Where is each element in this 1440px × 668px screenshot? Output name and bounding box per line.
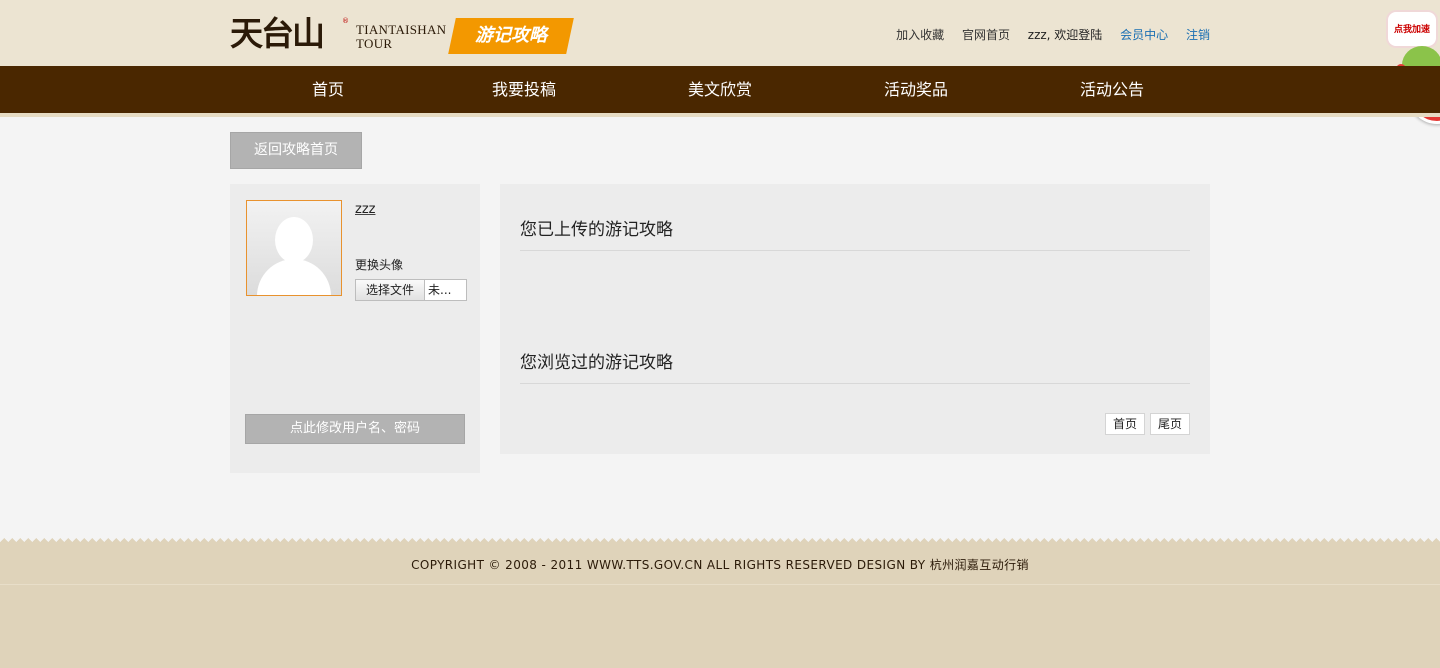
choose-file-button[interactable]: 选择文件: [356, 280, 425, 300]
nav-item-prizes[interactable]: 活动奖品: [818, 66, 1014, 113]
logo-section-tag: 游记攻略: [448, 18, 574, 54]
official-home-link[interactable]: 官网首页: [962, 28, 1010, 42]
footer-divider: [0, 584, 1440, 585]
avatar-body-shape: [257, 259, 331, 295]
back-to-guides-button[interactable]: 返回攻略首页: [230, 132, 362, 169]
welcome-text: zzz, 欢迎登陆: [1027, 28, 1103, 42]
add-favorite-link[interactable]: 加入收藏: [896, 28, 944, 42]
site-footer: COPYRIGHT © 2008 - 2011 WWW.TTS.GOV.CN A…: [0, 544, 1440, 668]
site-header: 天台山 ® TIANTAISHAN TOUR 游记攻略 加入收藏 官网首页 zz…: [0, 0, 1440, 124]
speedup-badge-label[interactable]: 点我加速: [1388, 12, 1436, 46]
logo-chinese-text: 天台山: [230, 14, 325, 53]
nav-item-announcements[interactable]: 活动公告: [1014, 66, 1210, 113]
profile-username: zzz: [355, 202, 376, 217]
uploaded-guides-title: 您已上传的游记攻略: [520, 215, 1190, 251]
avatar-head-shape: [275, 217, 313, 263]
last-page-button[interactable]: 尾页: [1149, 413, 1190, 435]
logo-tag-text: 游记攻略: [475, 25, 547, 46]
first-page-button[interactable]: 首页: [1104, 413, 1145, 435]
avatar-file-input[interactable]: 选择文件 未...: [355, 279, 467, 301]
file-status-text: 未...: [428, 283, 452, 297]
top-links: 加入收藏 官网首页 zzz, 欢迎登陆 会员中心 注销: [882, 26, 1210, 43]
edit-credentials-button[interactable]: 点此修改用户名、密码: [245, 414, 465, 444]
copyright-text: COPYRIGHT © 2008 - 2011 WWW.TTS.GOV.CN A…: [411, 558, 1029, 572]
profile-panel: zzz 更换头像 选择文件 未... 点此修改用户名、密码: [230, 184, 480, 473]
member-center-link[interactable]: 会员中心: [1120, 28, 1168, 42]
change-avatar-label: 更换头像: [355, 258, 404, 272]
nav-item-submit[interactable]: 我要投稿: [426, 66, 622, 113]
avatar: [246, 200, 342, 296]
logout-link[interactable]: 注销: [1186, 28, 1210, 42]
logo-english-line2: TOUR: [356, 36, 393, 51]
nav-item-home[interactable]: 首页: [230, 66, 426, 113]
logo-registered-mark: ®: [342, 17, 349, 25]
guides-panel: 您已上传的游记攻略 您浏览过的游记攻略 首页 尾页: [500, 184, 1210, 454]
main-nav: 首页 我要投稿 美文欣赏 活动奖品 活动公告: [0, 66, 1440, 117]
nav-items: 首页 我要投稿 美文欣赏 活动奖品 活动公告: [230, 66, 1210, 113]
nav-item-articles[interactable]: 美文欣赏: [622, 66, 818, 113]
pagination: 首页 尾页: [1100, 413, 1190, 435]
site-logo[interactable]: 天台山 ® TIANTAISHAN TOUR 游记攻略: [230, 14, 574, 58]
browsed-guides-title: 您浏览过的游记攻略: [520, 348, 1190, 384]
